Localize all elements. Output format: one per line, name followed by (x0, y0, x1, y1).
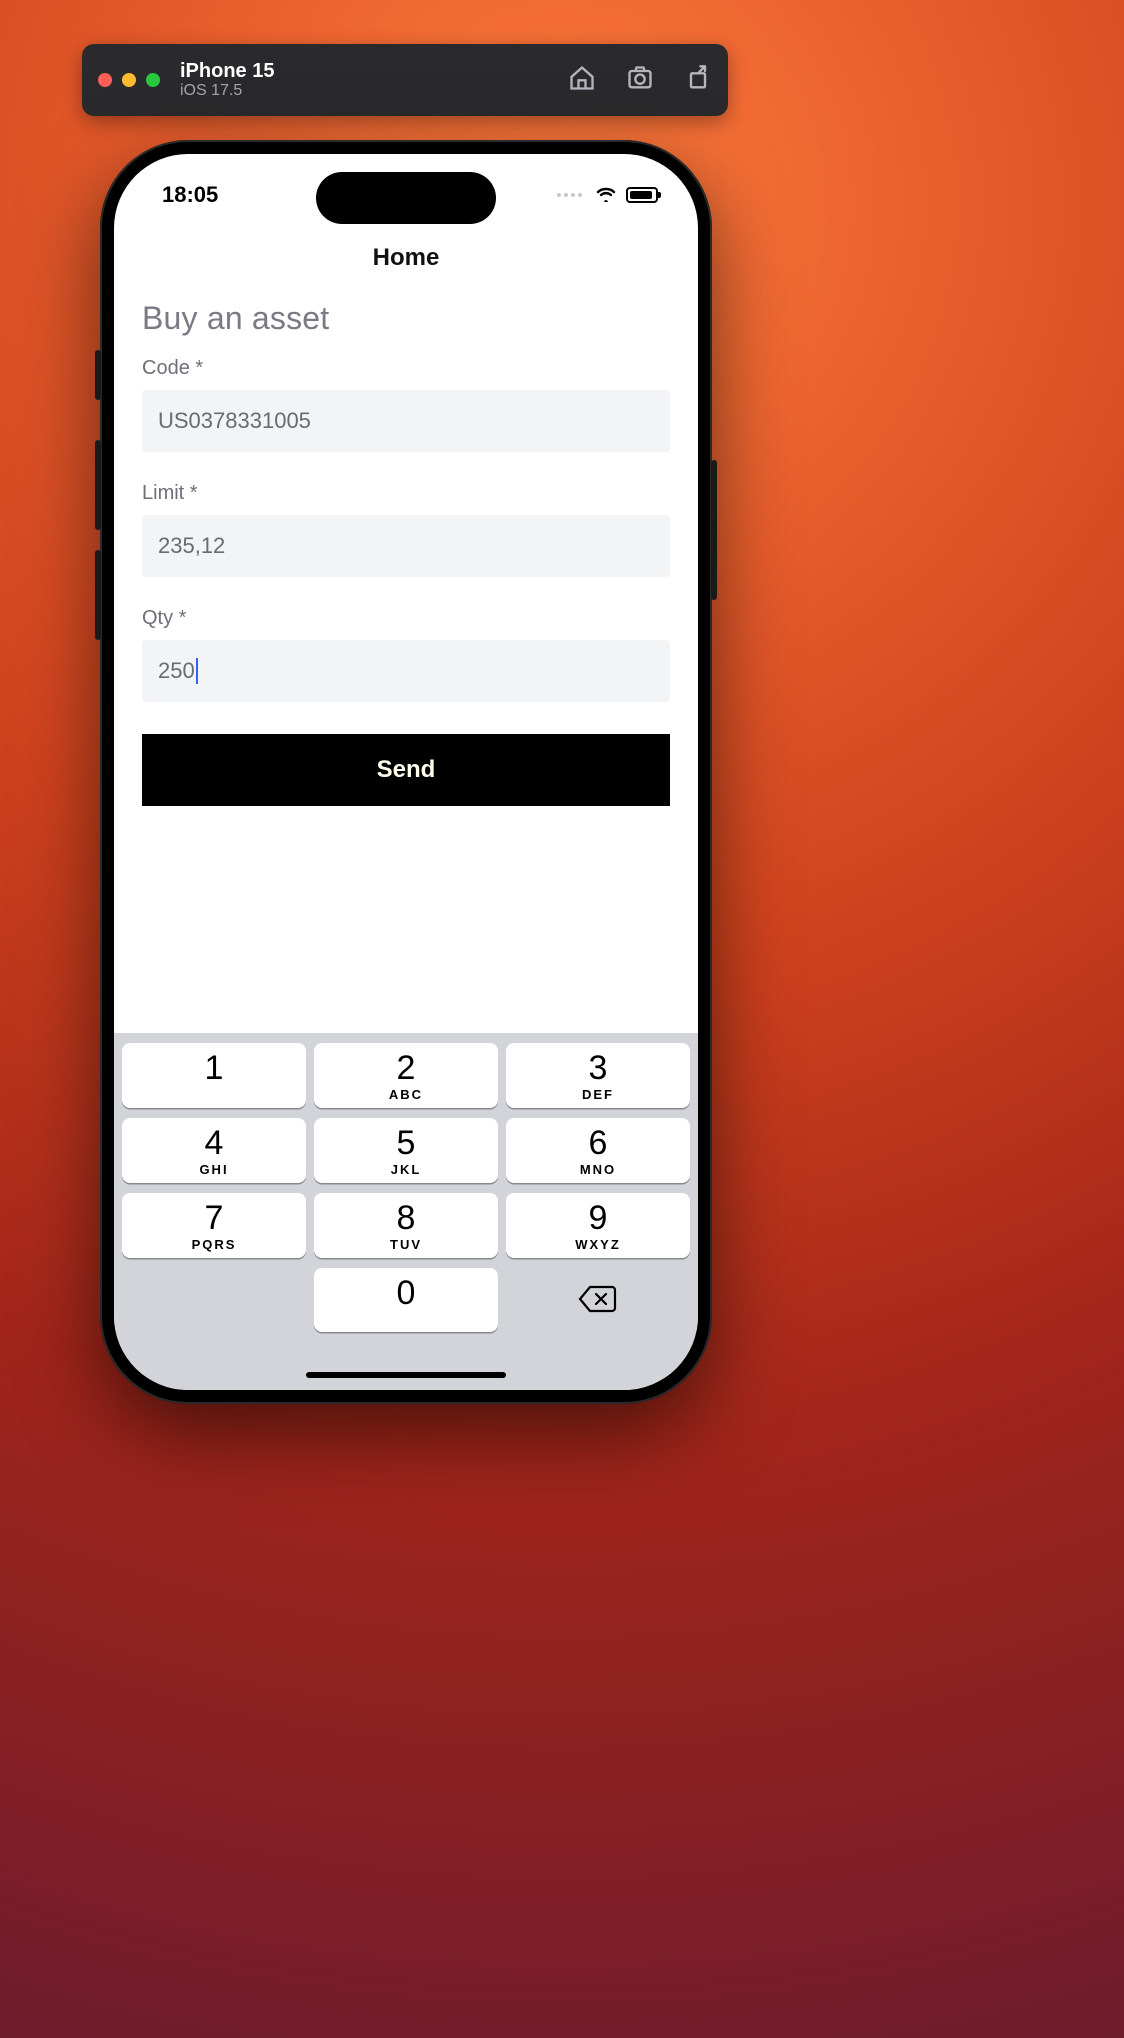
simulator-device-name: iPhone 15 (180, 60, 274, 82)
code-input[interactable] (142, 390, 670, 452)
keypad-9[interactable]: 9WXYZ (506, 1193, 690, 1258)
simulator-actions (568, 64, 712, 97)
dynamic-island (316, 172, 496, 224)
keypad-backspace[interactable] (506, 1268, 690, 1332)
simulator-titlebar: iPhone 15 iOS 17.5 (82, 44, 728, 116)
power-button (711, 460, 717, 600)
buy-asset-form: Buy an asset Code * Limit * Qty * 250 Se… (114, 300, 698, 806)
simulator-os-version: iOS 17.5 (180, 82, 274, 100)
phone-frame: 18:05 Home Buy an asset Code * Limit * Q… (100, 140, 712, 1404)
text-cursor (196, 658, 198, 684)
keypad-8[interactable]: 8TUV (314, 1193, 498, 1258)
home-icon[interactable] (568, 64, 596, 97)
keypad-3[interactable]: 3DEF (506, 1043, 690, 1108)
send-button[interactable]: Send (142, 734, 670, 806)
nav-title: Home (114, 218, 698, 300)
window-zoom-button[interactable] (146, 73, 160, 87)
window-minimize-button[interactable] (122, 73, 136, 87)
keypad-7[interactable]: 7PQRS (122, 1193, 306, 1258)
volume-up-button (95, 440, 101, 530)
home-indicator[interactable] (306, 1372, 506, 1378)
form-heading: Buy an asset (142, 300, 670, 337)
rotate-icon[interactable] (684, 64, 712, 97)
phone-screen: 18:05 Home Buy an asset Code * Limit * Q… (114, 154, 698, 1390)
keypad-5[interactable]: 5JKL (314, 1118, 498, 1183)
simulator-device-info: iPhone 15 iOS 17.5 (180, 60, 274, 100)
keypad-6[interactable]: 6MNO (506, 1118, 690, 1183)
window-close-button[interactable] (98, 73, 112, 87)
cellular-icon (557, 193, 582, 197)
keypad-4[interactable]: 4GHI (122, 1118, 306, 1183)
numeric-keyboard: 1 2ABC 3DEF 4GHI 5JKL 6MNO 7PQRS 8TUV 9W… (114, 1033, 698, 1390)
qty-input[interactable]: 250 (142, 640, 670, 702)
screenshot-icon[interactable] (626, 64, 654, 97)
limit-input[interactable] (142, 515, 670, 577)
backspace-icon (578, 1284, 618, 1319)
volume-down-button (95, 550, 101, 640)
status-time: 18:05 (162, 182, 218, 208)
qty-label: Qty * (142, 607, 670, 630)
keypad-empty (122, 1268, 306, 1332)
keypad-1[interactable]: 1 (122, 1043, 306, 1108)
keypad-2[interactable]: 2ABC (314, 1043, 498, 1108)
keypad-0[interactable]: 0 (314, 1268, 498, 1332)
window-traffic-lights (98, 73, 160, 87)
qty-value: 250 (158, 658, 195, 684)
wifi-icon (594, 182, 618, 208)
side-button (95, 350, 101, 400)
code-label: Code * (142, 357, 670, 380)
battery-icon (626, 187, 658, 203)
limit-label: Limit * (142, 482, 670, 505)
